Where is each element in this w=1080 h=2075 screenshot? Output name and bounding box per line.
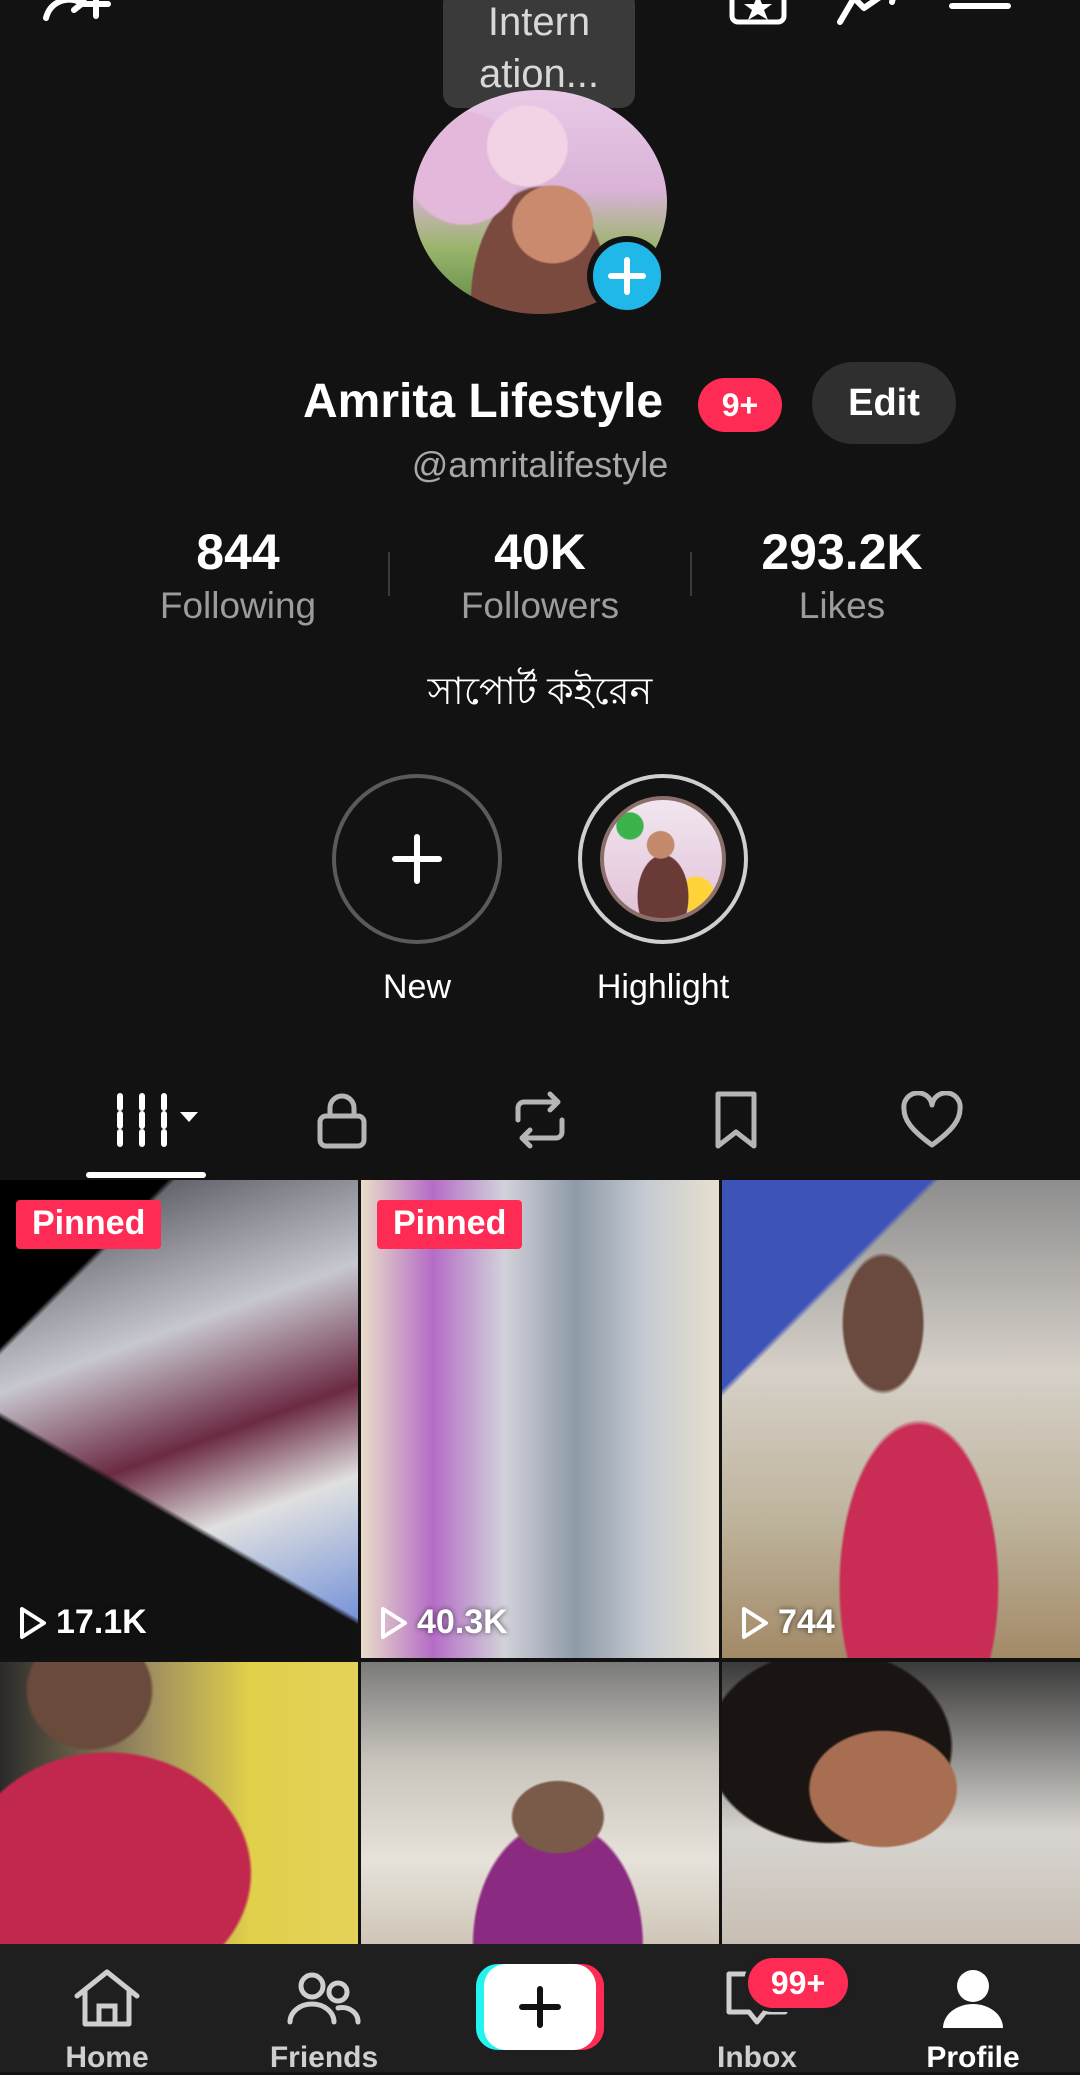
profile-name: Amrita Lifestyle <box>303 375 664 428</box>
nav-home[interactable]: Home <box>32 1966 182 2075</box>
bookmark-icon <box>715 1091 757 1149</box>
view-count-text: 40.3K <box>417 1603 508 1641</box>
profile-bio: সাপোর্ট কইরেন <box>427 671 653 713</box>
stat-value: 844 <box>196 524 280 580</box>
plus-icon <box>392 834 442 884</box>
creator-tools-icon[interactable] <box>728 0 792 28</box>
video-thumbnail[interactable]: Pinned 40.3K <box>361 1180 719 1658</box>
highlight-label: Highlight <box>596 968 730 1006</box>
profile-icon <box>943 1970 1003 2028</box>
notification-badge[interactable]: 9+ <box>698 378 782 432</box>
friends-icon <box>287 1972 361 2025</box>
tab-favorites[interactable] <box>696 1088 776 1152</box>
video-thumbnail[interactable] <box>361 1662 719 1944</box>
play-icon <box>381 1606 407 1639</box>
create-button-face <box>484 1964 596 2050</box>
nav-label: Inbox <box>717 2041 797 2074</box>
inbox-badge: 99+ <box>744 1954 852 2012</box>
view-count: 744 <box>740 1603 835 1642</box>
repost-icon <box>515 1091 565 1149</box>
bottom-navigation: Home Friends Inbox 99+ Profile <box>0 1944 1080 2075</box>
add-friend-icon[interactable] <box>40 0 111 28</box>
view-count: 17.1K <box>18 1603 147 1642</box>
highlight-thumbnail <box>600 796 726 922</box>
nav-label: Friends <box>269 2041 379 2074</box>
play-icon <box>20 1606 46 1639</box>
create-button[interactable] <box>476 1964 604 2050</box>
tab-private[interactable] <box>302 1088 382 1152</box>
stat-following[interactable]: 844 Following <box>88 522 388 630</box>
play-icon <box>742 1606 768 1639</box>
video-thumbnail[interactable]: Pinned 17.1K <box>0 1180 358 1658</box>
menu-icon[interactable] <box>948 0 1012 28</box>
view-count: 40.3K <box>379 1603 508 1642</box>
add-avatar-button[interactable] <box>587 236 667 316</box>
heart-icon <box>901 1091 963 1148</box>
tab-videos[interactable] <box>106 1088 206 1152</box>
nav-profile[interactable]: Profile <box>898 1966 1048 2075</box>
pinned-badge: Pinned <box>16 1200 162 1249</box>
videos-grid-icon <box>117 1093 198 1147</box>
nav-friends[interactable]: Friends <box>249 1966 399 2075</box>
stat-label: Followers <box>460 585 620 626</box>
nav-label: Home <box>65 2041 149 2074</box>
highlight-item[interactable] <box>578 774 748 944</box>
tab-liked[interactable] <box>892 1088 972 1152</box>
plus-icon <box>608 257 646 295</box>
video-thumbnail[interactable] <box>722 1662 1080 1944</box>
home-icon <box>74 1969 140 2027</box>
stat-followers[interactable]: 40K Followers <box>390 522 690 630</box>
video-thumbnail[interactable] <box>0 1662 358 1944</box>
tab-reposts[interactable] <box>500 1088 580 1152</box>
stat-label: Following <box>159 585 317 626</box>
stat-label: Likes <box>798 585 886 626</box>
lock-icon <box>317 1093 367 1149</box>
highlight-label-new: New <box>382 968 452 1006</box>
stat-value: 40K <box>494 524 586 580</box>
view-count-text: 17.1K <box>56 1603 147 1641</box>
view-count-text: 744 <box>778 1603 835 1641</box>
video-thumbnail[interactable]: 744 <box>722 1180 1080 1658</box>
new-highlight-button[interactable] <box>332 774 502 944</box>
tooltip-text: Intern ation... <box>478 0 600 96</box>
pinned-badge: Pinned <box>377 1200 523 1249</box>
plus-icon <box>519 1986 561 2028</box>
profile-handle: @amritalifestyle <box>411 444 669 485</box>
stat-likes[interactable]: 293.2K Likes <box>692 522 992 630</box>
active-tab-indicator <box>86 1172 206 1178</box>
edit-profile-button[interactable]: Edit <box>812 362 956 444</box>
stat-value: 293.2K <box>761 524 923 580</box>
share-profile-icon[interactable] <box>834 0 898 28</box>
nav-label: Profile <box>926 2041 1020 2074</box>
